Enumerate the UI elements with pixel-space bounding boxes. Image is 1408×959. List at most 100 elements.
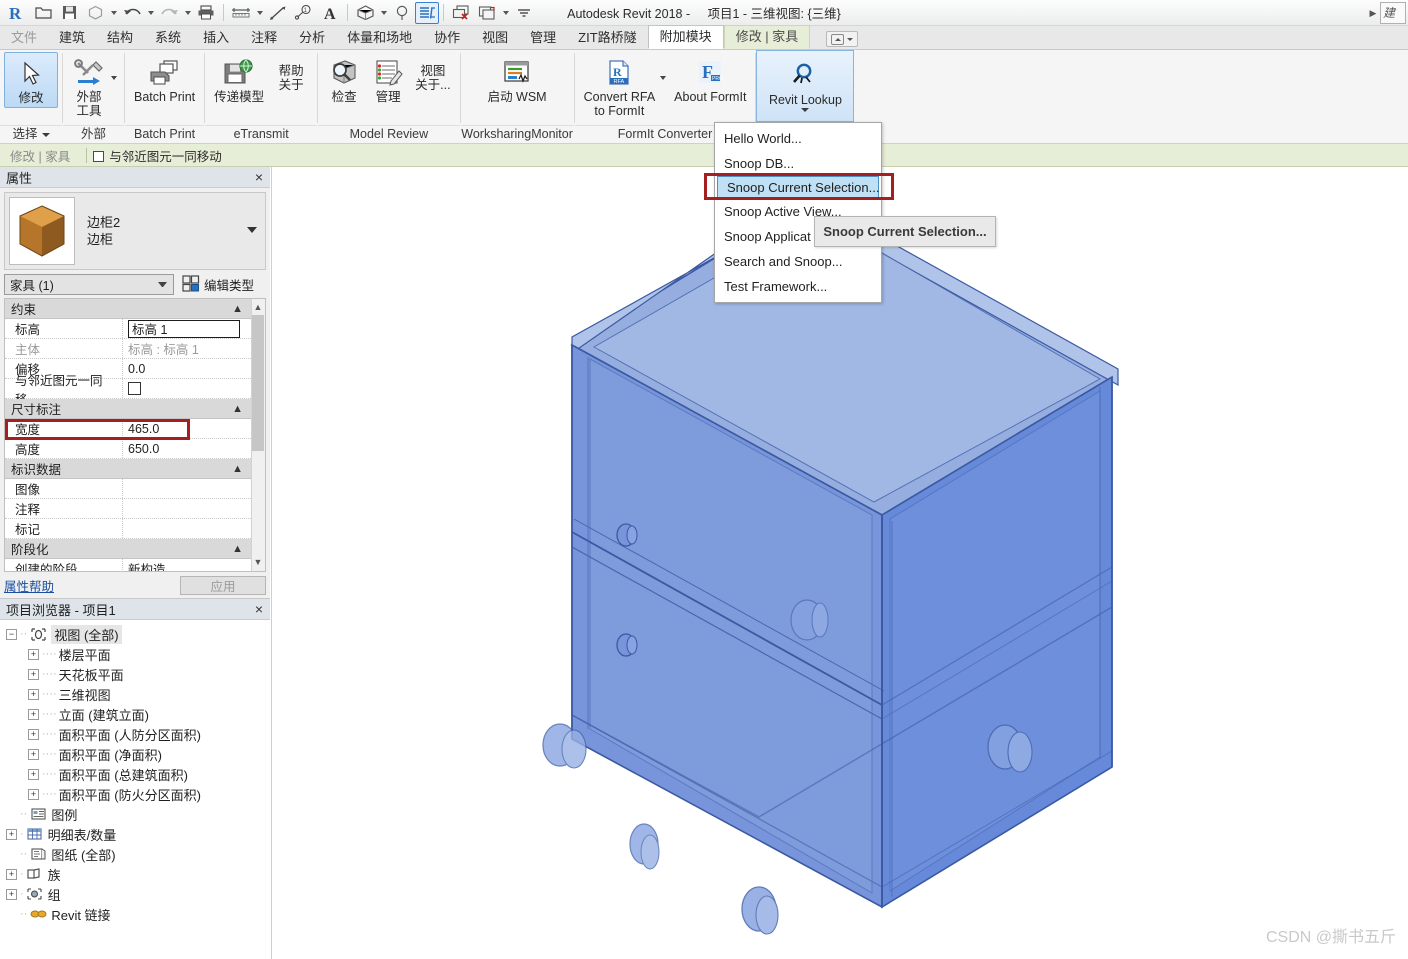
3d-view-dropdown-caret[interactable] (378, 1, 389, 25)
properties-scrollbar[interactable]: ▲ ▼ (251, 299, 265, 571)
type-selector-caret-icon[interactable] (247, 227, 257, 233)
move-with-nearby-checkbox-box[interactable] (93, 150, 105, 162)
collapse-icon[interactable]: ▲ (232, 403, 243, 415)
section-icon[interactable] (389, 1, 415, 25)
thin-lines-icon[interactable] (415, 1, 439, 24)
expand-expander-icon[interactable]: + (6, 868, 17, 880)
default-3d-view-icon[interactable] (352, 1, 378, 25)
property-value[interactable]: 标高 1 (123, 319, 265, 338)
collapse-icon[interactable]: ▲ (232, 303, 243, 315)
model-view-about-button[interactable]: 视图 关于... (410, 52, 455, 94)
menu-item-snoop-current-selection[interactable]: Snoop Current Selection... (717, 176, 879, 199)
project-browser-close-icon[interactable]: × (255, 601, 263, 618)
tab-zit-bridge-tunnel[interactable]: ZIT路桥隧 (567, 27, 648, 49)
undo-dropdown-caret[interactable] (145, 1, 156, 25)
etransmit-help-button[interactable]: 帮助 关于 (269, 52, 313, 94)
tree-node-groups[interactable]: + · 组 (0, 884, 270, 904)
modify-button[interactable]: 修改 (4, 52, 58, 108)
tab-file[interactable]: 文件 (0, 27, 48, 49)
property-group-identity[interactable]: 标识数据 ▲ (5, 459, 265, 479)
model-check-button[interactable]: 检查 (322, 52, 366, 106)
property-row[interactable]: 高度 650.0 (5, 439, 265, 459)
infocenter-search-field[interactable]: 建入 (1380, 2, 1406, 24)
revit-lookup-button[interactable]: Revit Lookup (756, 50, 855, 122)
expand-expander-icon[interactable]: + (28, 788, 39, 800)
tree-node-schedules[interactable]: + · 明细表/数量 (0, 824, 270, 844)
tab-analyze[interactable]: 分析 (288, 27, 336, 49)
undo-icon[interactable] (119, 1, 145, 25)
tree-node-3d-views[interactable]: + ···· 三维视图 (0, 684, 270, 704)
convert-rfa-dropdown-caret-icon[interactable] (660, 52, 669, 80)
level-value-field[interactable]: 标高 1 (128, 319, 240, 338)
customize-qat-icon[interactable] (511, 1, 537, 25)
expand-expander-icon[interactable]: + (28, 688, 39, 700)
property-value[interactable]: 650.0 (123, 439, 265, 458)
revit-lookup-dropdown-menu[interactable]: Hello World... Snoop DB... Snoop Current… (714, 122, 882, 303)
close-hidden-windows-icon[interactable] (448, 1, 474, 25)
print-icon[interactable] (193, 1, 219, 25)
tab-collaborate[interactable]: 协作 (423, 27, 471, 49)
measure-dropdown-caret[interactable] (254, 1, 265, 25)
tab-systems[interactable]: 系统 (144, 27, 192, 49)
switch-windows-dropdown-caret[interactable] (500, 1, 511, 25)
ribbon-display-options[interactable] (826, 31, 859, 47)
property-group-dimensions[interactable]: 尺寸标注 ▲ (5, 399, 265, 419)
start-wsm-button[interactable]: 启动 WSM (483, 52, 552, 106)
edit-type-button[interactable]: 编辑类型 (182, 274, 254, 295)
properties-scroll-thumb[interactable] (252, 315, 264, 451)
tag-icon[interactable]: 1 (291, 1, 317, 25)
property-group-phasing[interactable]: 阶段化 ▲ (5, 539, 265, 559)
property-value[interactable] (123, 499, 265, 518)
scroll-up-arrow-icon[interactable]: ▲ (252, 300, 264, 314)
tab-insert[interactable]: 插入 (192, 27, 240, 49)
menu-item-hello-world[interactable]: Hello World... (715, 126, 881, 151)
redo-icon[interactable] (156, 1, 182, 25)
collapse-icon[interactable]: ▲ (232, 463, 243, 475)
property-row[interactable]: 图像 (5, 479, 265, 499)
tree-node-sheets[interactable]: ·· 图纸 (全部) (0, 844, 270, 864)
revit-lookup-caret-icon[interactable] (801, 108, 809, 112)
tree-node-views-all[interactable]: − ·· 视图 (全部) (0, 624, 270, 644)
property-row[interactable]: 注释 (5, 499, 265, 519)
property-row[interactable]: 与邻近图元一同移... (5, 374, 265, 407)
scroll-down-arrow-icon[interactable]: ▼ (252, 555, 264, 569)
expand-expander-icon[interactable]: + (28, 748, 39, 760)
expand-expander-icon[interactable]: + (28, 648, 39, 660)
redo-dropdown-caret[interactable] (182, 1, 193, 25)
expand-expander-icon[interactable]: + (28, 768, 39, 780)
tree-node-area-plan-gross[interactable]: + ···· 面积平面 (总建筑面积) (0, 764, 270, 784)
property-value[interactable] (123, 379, 265, 398)
tree-node-area-plan-net[interactable]: + ···· 面积平面 (净面积) (0, 744, 270, 764)
aligned-dimension-icon[interactable] (265, 1, 291, 25)
convert-rfa-to-formit-button[interactable]: R RFA Convert RFA to FormIt (579, 52, 661, 120)
tab-addins[interactable]: 附加模块 (647, 25, 724, 49)
collapse-expander-icon[interactable]: − (6, 628, 17, 640)
menu-item-search-and-snoop[interactable]: Search and Snoop... (715, 249, 881, 274)
expand-expander-icon[interactable]: + (28, 668, 39, 680)
property-group-constraints[interactable]: 约束 ▲ (5, 299, 265, 319)
category-combobox-caret-icon[interactable] (158, 282, 167, 288)
tab-view[interactable]: 视图 (471, 27, 519, 49)
batch-print-button[interactable]: Batch Print (129, 52, 200, 106)
switch-windows-icon[interactable] (474, 1, 500, 25)
property-row[interactable]: 创建的阶段 新构造 (5, 559, 265, 571)
menu-item-snoop-db[interactable]: Snoop DB... (715, 151, 881, 176)
measure-icon[interactable] (228, 1, 254, 25)
revit-logo-icon[interactable]: R (4, 1, 30, 25)
property-row[interactable]: 标高 标高 1 (5, 319, 265, 339)
text-icon[interactable]: A (317, 1, 343, 25)
property-value[interactable]: 新构造 (123, 559, 265, 571)
tab-modify-furniture[interactable]: 修改 | 家具 (723, 25, 811, 49)
tree-node-area-plan-civil-defense[interactable]: + ···· 面积平面 (人防分区面积) (0, 724, 270, 744)
tree-node-legends[interactable]: ·· 图例 (0, 804, 270, 824)
tree-node-ceiling-plans[interactable]: + ···· 天花板平面 (0, 664, 270, 684)
external-tools-dropdown-caret-icon[interactable] (111, 52, 120, 80)
save-as-dropdown-caret[interactable] (108, 1, 119, 25)
model-manage-button[interactable]: 管理 (366, 52, 410, 106)
external-tools-button[interactable]: 外部 工具 (67, 52, 111, 120)
transmit-model-button[interactable]: 传递模型 (209, 52, 269, 106)
ribbon-options-caret-icon[interactable] (847, 38, 853, 41)
apply-button[interactable]: 应用 (180, 576, 266, 595)
property-value[interactable] (123, 519, 265, 538)
tree-node-families[interactable]: + · 族 (0, 864, 270, 884)
